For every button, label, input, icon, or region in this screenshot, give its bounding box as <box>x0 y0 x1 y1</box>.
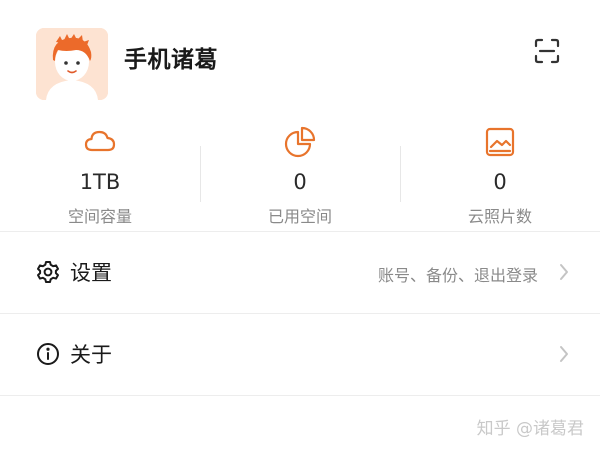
chevron-right-icon <box>558 345 570 363</box>
gear-icon <box>36 260 60 284</box>
settings-label: 设置 <box>70 261 112 285</box>
about-row[interactable]: 关于 <box>0 314 600 394</box>
pie-chart-icon <box>284 126 316 158</box>
stat-storage-capacity[interactable]: 1TB 空间容量 <box>0 118 200 230</box>
settings-subtitle: 账号、备份、退出登录 <box>377 266 538 285</box>
stat-label: 云照片数 <box>467 207 532 226</box>
cloud-icon <box>84 126 116 158</box>
settings-row[interactable]: 设置 账号、备份、退出登录 <box>0 232 600 312</box>
stats-row: 1TB 空间容量 0 已用空间 0 云照片数 <box>0 118 600 230</box>
chevron-right-icon <box>558 263 570 281</box>
scan-icon[interactable] <box>532 36 562 66</box>
about-label: 关于 <box>70 343 112 367</box>
stat-value: 0 <box>293 170 307 194</box>
stat-value: 0 <box>493 170 507 194</box>
username: 手机诸葛 <box>124 47 218 73</box>
avatar-illustration <box>36 28 108 100</box>
stat-label: 空间容量 <box>67 207 132 226</box>
avatar[interactable] <box>36 28 108 100</box>
stat-used-space[interactable]: 0 已用空间 <box>200 118 400 230</box>
stat-value: 1TB <box>79 170 121 194</box>
watermark: 知乎 @诸葛君 <box>476 419 584 439</box>
info-icon <box>36 342 60 366</box>
profile-header: 手机诸葛 <box>0 0 600 112</box>
divider <box>0 395 600 396</box>
photo-icon <box>484 126 516 158</box>
stat-cloud-photos[interactable]: 0 云照片数 <box>400 118 600 230</box>
stat-label: 已用空间 <box>267 207 332 226</box>
